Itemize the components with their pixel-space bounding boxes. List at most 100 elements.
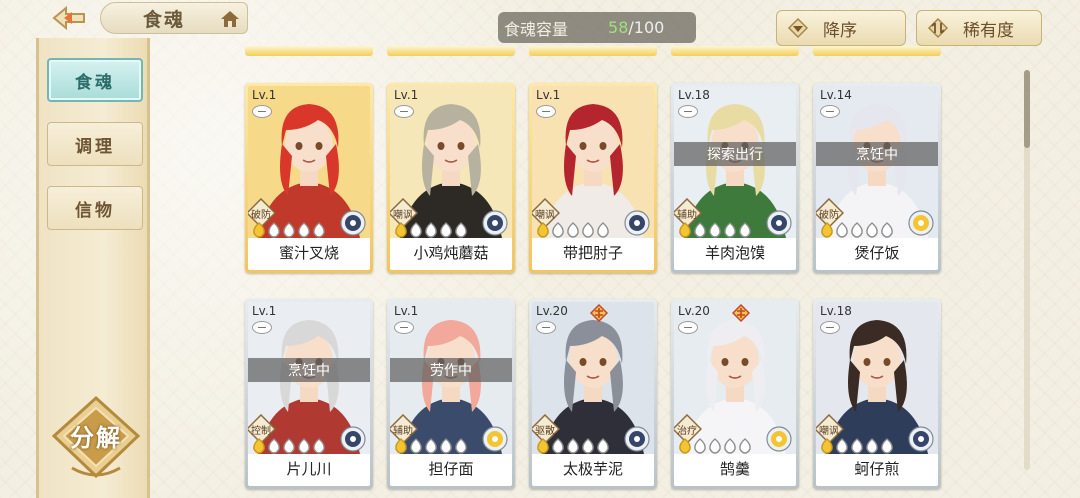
level-label: Lv.14 (820, 88, 852, 102)
affinity-empty-icon (410, 438, 422, 454)
affinity-empty-icon (410, 222, 422, 238)
character-name: 带把肘子 (562, 243, 623, 262)
capacity-current: 58 (608, 18, 629, 37)
card-name: 羊肉泡馍 (674, 237, 796, 267)
card-body: Lv.18 嘲讽 蚵仔煎 (816, 302, 938, 486)
affinity-hearts (394, 222, 468, 238)
role-label: 破防 (251, 210, 271, 221)
food-soul-card[interactable]: Lv.1 破防 蜜汁叉烧 (245, 83, 373, 273)
scrollbar[interactable] (1024, 70, 1030, 470)
sidebar-item-token[interactable]: 信物 (47, 186, 143, 230)
card-name: 蜜汁叉烧 (248, 237, 370, 267)
back-arrow-icon (52, 5, 85, 31)
status-band: 烹饪中 (816, 142, 938, 166)
affinity-empty-icon (567, 438, 579, 454)
home-icon[interactable] (219, 9, 241, 29)
affinity-empty-icon (455, 438, 467, 454)
chat-bubble-icon (820, 321, 840, 334)
affinity-filled-icon (821, 222, 833, 238)
affinity-empty-icon (836, 438, 848, 454)
character-name: 太极芋泥 (562, 459, 623, 478)
capacity-label: 食魂容量 (504, 19, 569, 39)
role-label: 嘲讽 (393, 210, 413, 221)
affinity-empty-icon (425, 438, 437, 454)
card-name: 太极芋泥 (532, 453, 654, 483)
affinity-empty-icon (724, 438, 736, 454)
level-label: Lv.20 (536, 304, 568, 318)
affinity-filled-icon (821, 438, 833, 454)
character-name: 担仔面 (428, 459, 474, 478)
character-name: 蜜汁叉烧 (278, 243, 339, 262)
page-title-tab: 食魂 (100, 2, 248, 34)
level-label: Lv.18 (820, 304, 852, 318)
affinity-filled-icon (253, 438, 265, 454)
affinity-filled-icon (395, 222, 407, 238)
food-soul-card[interactable]: Lv.1 嘲讽 (387, 83, 515, 273)
affinity-empty-icon (425, 222, 437, 238)
partial-card-strip (529, 46, 657, 56)
affinity-empty-icon (724, 222, 736, 238)
sort-field-button[interactable]: 稀有度 (916, 10, 1042, 46)
card-name: 担仔面 (390, 453, 512, 483)
affinity-empty-icon (552, 438, 564, 454)
level-label: Lv.1 (536, 88, 561, 102)
element-emblem-icon (766, 426, 792, 452)
scrollbar-thumb[interactable] (1024, 70, 1030, 148)
food-soul-card[interactable]: Lv.20 治疗 鹄羹 (671, 299, 799, 489)
food-soul-card[interactable]: Lv.18 探索出行 辅助 羊肉泡馍 (671, 83, 799, 273)
food-soul-card[interactable]: Lv.14 烹饪中 破防 煲仔饭 (813, 83, 941, 273)
affinity-empty-icon (836, 222, 848, 238)
affinity-empty-icon (694, 222, 706, 238)
sidebar-item-cooking[interactable]: 调理 (47, 122, 143, 166)
role-label: 辅助 (677, 210, 697, 221)
affinity-empty-icon (298, 222, 310, 238)
affinity-hearts (678, 438, 752, 454)
affinity-empty-icon (440, 438, 452, 454)
sidebar-item-soul[interactable]: 食魂 (47, 58, 143, 102)
status-band: 劳作中 (390, 358, 512, 382)
affinity-empty-icon (694, 438, 706, 454)
food-soul-card[interactable]: Lv.18 嘲讽 蚵仔煎 (813, 299, 941, 489)
decompose-label: 分解 (70, 424, 122, 452)
level-label: Lv.18 (678, 88, 710, 102)
affinity-empty-icon (298, 438, 310, 454)
affinity-filled-icon (679, 438, 691, 454)
back-button[interactable] (48, 4, 92, 32)
role-label: 治疗 (677, 426, 697, 437)
affinity-filled-icon (537, 222, 549, 238)
page-title: 食魂 (143, 8, 186, 31)
level-label: Lv.20 (678, 304, 710, 318)
card-body: Lv.18 探索出行 辅助 羊肉泡馍 (674, 86, 796, 270)
chat-bubble-icon (536, 105, 556, 118)
food-soul-card[interactable]: Lv.1 烹饪中 控制 片儿川 (245, 299, 373, 489)
card-name: 煲仔饭 (816, 237, 938, 267)
element-emblem-icon (624, 210, 650, 236)
character-name: 片儿川 (286, 459, 332, 478)
food-soul-card[interactable]: Lv.20 驱散 太极芋泥 (529, 299, 657, 489)
food-soul-card[interactable]: Lv.1 劳作中 辅助 担仔面 (387, 299, 515, 489)
status-band: 探索出行 (674, 142, 796, 166)
role-label: 控制 (251, 426, 271, 437)
affinity-empty-icon (440, 222, 452, 238)
affinity-hearts (536, 438, 610, 454)
role-label: 嘲讽 (819, 426, 839, 437)
status-band: 烹饪中 (248, 358, 370, 382)
food-soul-card[interactable]: Lv.1 嘲讽 (529, 83, 657, 273)
level-label: Lv.1 (252, 88, 277, 102)
partial-card-strip (245, 46, 373, 56)
sidebar-item-label: 食魂 (75, 72, 115, 93)
character-name: 煲仔饭 (854, 243, 900, 262)
card-name: 片儿川 (248, 453, 370, 483)
affinity-filled-icon (679, 222, 691, 238)
affinity-empty-icon (739, 222, 751, 238)
affinity-empty-icon (283, 438, 295, 454)
sort-order-button[interactable]: 降序 (776, 10, 906, 46)
affinity-empty-icon (851, 222, 863, 238)
affinity-empty-icon (283, 222, 295, 238)
affinity-empty-icon (709, 222, 721, 238)
decompose-button[interactable]: 分解 (51, 395, 141, 482)
max-level-badge-icon (590, 304, 608, 322)
status-label: 烹饪中 (288, 363, 330, 379)
card-name: 带把肘子 (532, 237, 654, 267)
partial-card-strip (671, 46, 799, 56)
